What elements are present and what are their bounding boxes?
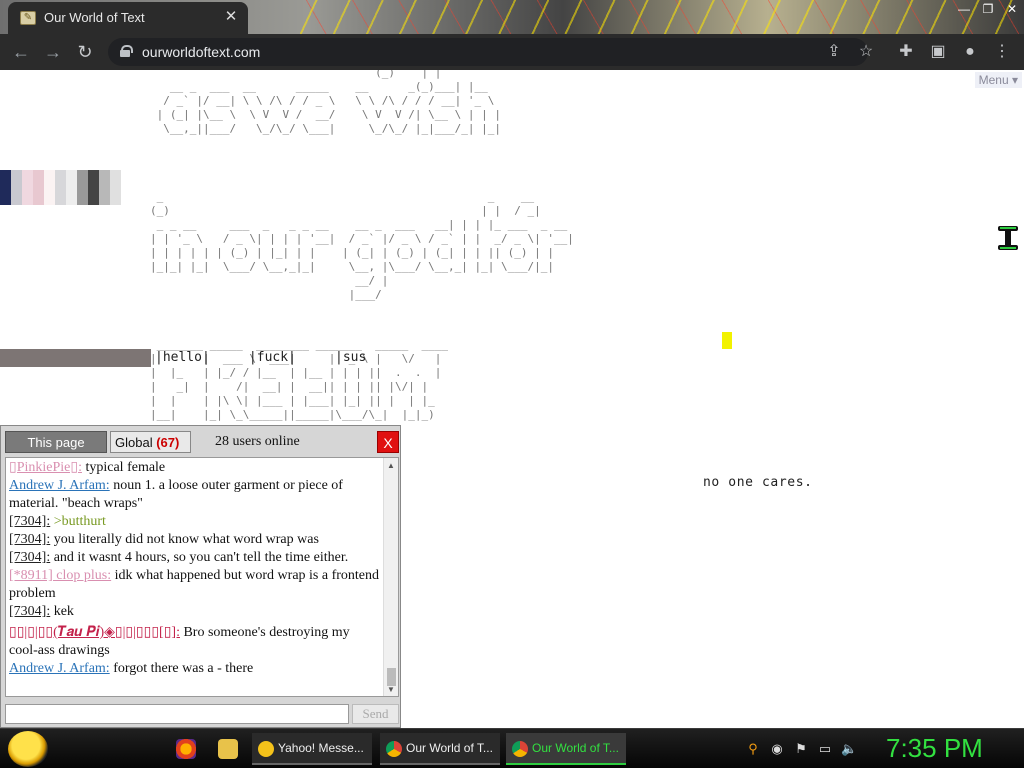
no-one-cares-text: no one cares. bbox=[703, 475, 813, 490]
theme-background bbox=[300, 0, 1020, 34]
browser-toolbar: ← → ↻ ourworldoftext.com ⇪ ☆ ✚ ▣ ● ⋮ bbox=[0, 34, 1024, 70]
chat-message: ▯▯|▯|▯▯(𝑻𝒂𝒖 𝑷𝒊)◈▯|▯|▯▯▯[▯]: Bro someone'… bbox=[9, 624, 381, 660]
volume-icon[interactable]: 🔈 bbox=[841, 741, 857, 757]
chat-nick[interactable]: ▯▯|▯|▯▯(𝑻𝒂𝒖 𝑷𝒊)◈▯|▯|▯▯▯[▯]: bbox=[9, 625, 180, 640]
window-controls: — ❐ ✕ bbox=[952, 0, 1024, 20]
chat-nick[interactable]: [7304]: bbox=[9, 514, 50, 529]
chat-text: kek bbox=[50, 604, 74, 619]
chat-message: [7304]: kek bbox=[9, 603, 381, 621]
chat-message: [7304]: and it wasnt 4 hours, so you can… bbox=[9, 549, 381, 567]
ibeam-cursor-icon bbox=[998, 226, 1018, 250]
chat-text: and it wasnt 4 hours, so you can't tell … bbox=[50, 550, 349, 565]
tab-strip: ✎ Our World of Text ✕ — ❐ ✕ bbox=[0, 0, 1024, 34]
system-tray: ⚲ ◉ ⚑ ▭ 🔈 bbox=[745, 741, 857, 759]
taskbar-chrome-window-2[interactable]: Our World of T... bbox=[506, 733, 626, 765]
scroll-down-arrow-icon[interactable]: ▼ bbox=[387, 685, 395, 694]
chat-text: forgot there was a - there bbox=[109, 661, 254, 676]
chat-message: [*8911] clop plus: idk what happened but… bbox=[9, 567, 381, 603]
yahoo-messenger-icon bbox=[258, 741, 274, 757]
menu-button[interactable]: Menu ▾ bbox=[974, 72, 1022, 88]
restore-button[interactable]: ❐ bbox=[976, 0, 1000, 18]
browser-menu-icon[interactable]: ⋮ bbox=[992, 42, 1012, 62]
chat-nick[interactable]: [7304]: bbox=[9, 532, 50, 547]
window-close-button[interactable]: ✕ bbox=[1000, 0, 1024, 18]
scroll-thumb[interactable] bbox=[387, 668, 396, 686]
ascii-art-as-we-wish: (_) | | __ _ ___ __ _____ __ _(_)___| |_… bbox=[156, 70, 501, 135]
browser-tab[interactable]: ✎ Our World of Text ✕ bbox=[8, 2, 248, 34]
file-explorer-icon[interactable] bbox=[218, 739, 238, 759]
chat-tab-this-page[interactable]: This page bbox=[5, 431, 107, 453]
forward-arrow-icon[interactable]: → bbox=[42, 41, 64, 63]
flag-icon[interactable]: ⚑ bbox=[793, 741, 809, 757]
extensions-puzzle-icon[interactable]: ✚ bbox=[896, 42, 916, 62]
send-button[interactable]: Send bbox=[352, 704, 399, 724]
global-tab-label: Global bbox=[115, 435, 153, 450]
chat-scrollbar[interactable]: ▲ ▼ bbox=[383, 458, 398, 696]
taskbar-yahoo-messenger[interactable]: Yahoo! Messe... bbox=[252, 733, 372, 765]
os-taskbar: Yahoo! Messe... Our World of T... Our Wo… bbox=[0, 728, 1024, 768]
lock-icon bbox=[120, 45, 133, 57]
typed-text-row: |hello| |fuck| |sus bbox=[155, 350, 367, 365]
chat-text: >butthurt bbox=[50, 514, 106, 529]
chat-message: Andrew J. Arfam: forgot there was a - th… bbox=[9, 660, 381, 678]
minimize-button[interactable]: — bbox=[952, 0, 976, 18]
global-count-badge: (67) bbox=[156, 435, 180, 450]
address-bar[interactable]: ourworldoftext.com bbox=[108, 38, 868, 66]
network-icon[interactable]: ▭ bbox=[817, 741, 833, 757]
scroll-up-arrow-icon[interactable]: ▲ bbox=[387, 461, 395, 470]
search-icon[interactable]: ⚲ bbox=[745, 741, 761, 757]
chat-log[interactable]: ▯PinkiePie▯: typical female Andrew J. Ar… bbox=[5, 457, 399, 697]
text-cursor bbox=[722, 332, 732, 349]
chat-nick[interactable]: [7304]: bbox=[9, 550, 50, 565]
chat-input[interactable] bbox=[5, 704, 349, 724]
chat-tab-global[interactable]: Global (67) bbox=[110, 431, 191, 453]
chat-nick[interactable]: [*8911] clop plus: bbox=[9, 568, 111, 583]
chrome-icon bbox=[386, 741, 402, 757]
profile-avatar-icon[interactable]: ● bbox=[960, 42, 980, 62]
start-button[interactable] bbox=[8, 731, 48, 767]
chat-message: ▯PinkiePie▯: typical female bbox=[9, 459, 381, 477]
users-online-text: 28 users online bbox=[215, 434, 300, 449]
reload-icon[interactable]: ↻ bbox=[74, 41, 96, 63]
chat-nick[interactable]: Andrew J. Arfam: bbox=[9, 661, 110, 676]
side-panel-icon[interactable]: ▣ bbox=[928, 42, 948, 62]
taskbar-clock[interactable]: 7:35 PM bbox=[886, 733, 983, 764]
chat-close-button[interactable]: X bbox=[377, 431, 399, 453]
firefox-icon[interactable] bbox=[176, 739, 196, 759]
back-arrow-icon[interactable]: ← bbox=[10, 41, 32, 63]
tab-close-icon[interactable]: ✕ bbox=[222, 8, 240, 26]
chat-message: [7304]: you literally did not know what … bbox=[9, 531, 381, 549]
tab-title: Our World of Text bbox=[44, 10, 145, 25]
chat-nick[interactable]: Andrew J. Arfam: bbox=[9, 478, 110, 493]
ascii-art-in-our-god-for: _ _ __ (_) | | / _| _ _ __ ___ _ _ _ __ … bbox=[150, 190, 574, 301]
notification-icon[interactable]: ◉ bbox=[769, 741, 785, 757]
gray-block bbox=[0, 349, 151, 367]
share-icon[interactable]: ⇪ bbox=[824, 42, 844, 62]
chat-text: typical female bbox=[81, 460, 166, 475]
url-text: ourworldoftext.com bbox=[142, 44, 261, 60]
task-label: Yahoo! Messe... bbox=[278, 741, 364, 755]
task-label: Our World of T... bbox=[532, 741, 619, 755]
chat-nick[interactable]: ▯PinkiePie▯: bbox=[9, 460, 82, 475]
chat-panel: This page Global (67) 28 users online X … bbox=[0, 425, 401, 728]
chat-message: Andrew J. Arfam: noun 1. a loose outer g… bbox=[9, 477, 381, 513]
pixel-art-strip bbox=[0, 170, 121, 205]
bookmark-star-icon[interactable]: ☆ bbox=[856, 42, 876, 62]
page-favicon-icon: ✎ bbox=[20, 11, 36, 25]
task-label: Our World of T... bbox=[406, 741, 493, 755]
chat-text: you literally did not know what word wra… bbox=[50, 532, 319, 547]
chrome-icon bbox=[512, 741, 528, 757]
taskbar-chrome-window-1[interactable]: Our World of T... bbox=[380, 733, 500, 765]
chat-nick[interactable]: [7304]: bbox=[9, 604, 50, 619]
chat-message: [7304]: >butthurt bbox=[9, 513, 381, 531]
